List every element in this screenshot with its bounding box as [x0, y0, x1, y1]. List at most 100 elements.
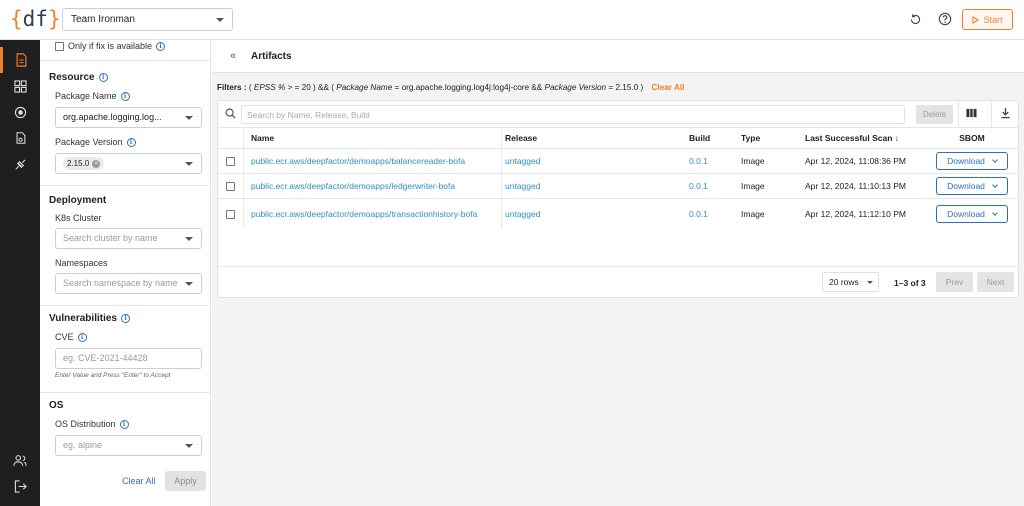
rows-per-page-select[interactable]: 20 rows [822, 272, 879, 292]
col-sbom: SBOM [959, 133, 985, 143]
info-icon[interactable]: i [120, 91, 130, 101]
chevron-down-icon [992, 156, 998, 163]
logo[interactable]: {df} [10, 5, 61, 33]
col-name[interactable]: Name [251, 128, 501, 148]
info-icon[interactable]: i [98, 73, 108, 82]
applied-filters-clear-all[interactable]: Clear All [652, 83, 685, 92]
sbom-download-button[interactable]: Download [936, 205, 1008, 223]
col-build[interactable]: Build [689, 128, 710, 148]
table-row[interactable]: public.ecr.aws/deepfactor/demoapps/ledge… [218, 173, 1018, 198]
build-link[interactable]: 0.0.1 [689, 199, 708, 229]
sort-desc-icon: ↓ [894, 133, 900, 143]
artifact-name-link[interactable]: public.ecr.aws/deepfactor/demoapps/ledge… [251, 174, 501, 198]
artifact-name-link[interactable]: public.ecr.aws/deepfactor/demoapps/balan… [251, 149, 501, 173]
team-select[interactable]: Team Ironman [62, 8, 233, 31]
col-release[interactable]: Release [505, 128, 537, 148]
filter-panel: Only if fix is available i Resource i Pa… [40, 40, 211, 506]
next-page-button[interactable]: Next [977, 272, 1014, 292]
scan-time: Apr 12, 2024, 11:10:13 PM [805, 181, 906, 191]
search-input[interactable] [241, 105, 905, 124]
divider [40, 392, 211, 393]
os-section-title: OS [49, 400, 64, 411]
table-row[interactable]: public.ecr.aws/deepfactor/demoapps/balan… [218, 148, 1018, 173]
type-value: Image [741, 156, 765, 166]
only-fix-row[interactable]: Only if fix is available i [55, 41, 166, 51]
grid-icon [13, 79, 27, 93]
info-icon[interactable]: i [126, 137, 136, 147]
package-version-select[interactable]: 2.15.0 × [55, 153, 202, 174]
row-checkbox[interactable] [226, 181, 235, 191]
package-name-select[interactable]: org.apache.logging.log... [55, 107, 202, 128]
page-range: 1–3 of 3 [894, 278, 926, 288]
artifact-name-link[interactable]: public.ecr.aws/deepfactor/demoapps/trans… [251, 199, 501, 229]
table-header: Name Release Build Type Last Successful … [218, 127, 1018, 148]
release-link[interactable]: untagged [505, 199, 540, 229]
rail-item-users[interactable] [0, 447, 40, 473]
row-checkbox[interactable] [226, 209, 235, 219]
collapse-left-icon[interactable]: « [230, 50, 236, 62]
cve-label: CVE i [55, 332, 87, 342]
resource-section-title: Resource i [49, 72, 108, 83]
rail-item-integrations[interactable] [0, 151, 40, 177]
cve-hint: Enter Value and Press "Enter" to Accept [55, 372, 171, 379]
scan-time: Apr 12, 2024, 11:08:36 PM [805, 156, 906, 166]
chevron-down-icon [185, 116, 193, 120]
refresh-icon[interactable] [906, 10, 924, 28]
rail-item-apps[interactable] [0, 73, 40, 99]
help-icon[interactable] [936, 10, 954, 28]
filters-clear-all-button[interactable]: Clear All [122, 476, 156, 486]
filters-apply-button[interactable]: Apply [165, 471, 206, 491]
col-type[interactable]: Type [741, 128, 760, 148]
divider [991, 101, 992, 127]
rail-item-vulnerabilities[interactable] [0, 99, 40, 125]
rail-item-artifacts[interactable] [0, 47, 40, 73]
k8s-cluster-label: K8s Cluster [55, 213, 102, 223]
artifacts-table-card: Delete Name Release Build Type Last Succ… [217, 100, 1019, 298]
search-icon [225, 108, 236, 121]
type-value: Image [741, 209, 765, 219]
chevron-down-icon [185, 237, 193, 241]
chevron-down-icon [185, 162, 193, 166]
info-icon[interactable]: i [77, 332, 87, 342]
release-link[interactable]: untagged [505, 149, 540, 173]
namespaces-select[interactable]: Search namespace by name [55, 273, 202, 294]
page-title: Artifacts [251, 51, 292, 62]
prev-page-button[interactable]: Prev [936, 272, 973, 292]
plug-icon [14, 158, 26, 170]
divider [958, 101, 959, 127]
left-rail [0, 40, 40, 506]
table-row[interactable]: public.ecr.aws/deepfactor/demoapps/trans… [218, 198, 1018, 229]
info-icon[interactable]: i [119, 419, 129, 429]
close-icon[interactable]: × [92, 159, 101, 168]
only-fix-checkbox[interactable] [55, 41, 64, 51]
play-icon [972, 15, 980, 24]
download-icon[interactable] [1000, 107, 1011, 121]
row-checkbox[interactable] [226, 156, 235, 166]
divider [40, 305, 211, 306]
start-button-label: Start [983, 14, 1003, 25]
cve-input[interactable]: eg. CVE-2021-44428 [55, 348, 202, 369]
release-link[interactable]: untagged [505, 174, 540, 198]
k8s-cluster-select[interactable]: Search cluster by name [55, 228, 202, 249]
vulnerabilities-section-title: Vulnerabilities i [49, 313, 130, 324]
columns-icon[interactable] [966, 108, 977, 120]
col-last-scan[interactable]: Last Successful Scan ↓ [805, 128, 899, 148]
rail-item-reports[interactable] [0, 125, 40, 151]
os-distribution-select[interactable]: eg. alpine [55, 435, 202, 456]
chevron-down-icon [992, 209, 998, 216]
os-distribution-label: OS Distribution i [55, 419, 129, 429]
sbom-download-button[interactable]: Download [936, 177, 1008, 195]
info-icon[interactable]: i [120, 314, 130, 323]
divider [40, 60, 211, 61]
document-icon [16, 53, 27, 67]
file-copy-icon [15, 132, 25, 144]
start-button[interactable]: Start [962, 9, 1013, 30]
cve-placeholder: eg. CVE-2021-44428 [63, 353, 148, 363]
build-link[interactable]: 0.0.1 [689, 149, 708, 173]
package-version-label: Package Version i [55, 137, 136, 147]
sbom-download-button[interactable]: Download [936, 152, 1008, 170]
rail-item-logout[interactable] [0, 473, 40, 499]
delete-button[interactable]: Delete [916, 105, 953, 124]
info-icon[interactable]: i [156, 41, 166, 51]
build-link[interactable]: 0.0.1 [689, 174, 708, 198]
